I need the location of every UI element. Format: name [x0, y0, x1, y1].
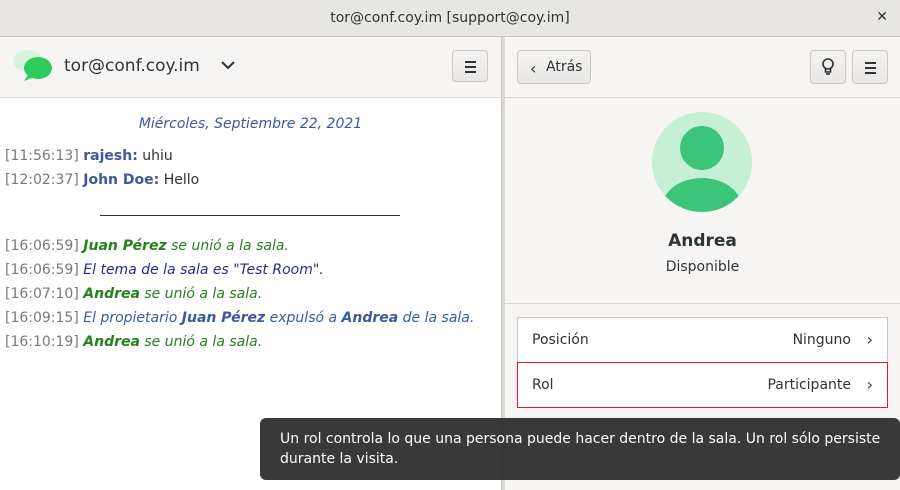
- chat-event: [16:06:59] Juan Pérez se unió a la sala.: [5, 238, 289, 254]
- chat-event: [16:09:15] El propietario Juan Pérez exp…: [5, 310, 475, 326]
- chat-event: [16:10:19] Andrea se unió a la sala.: [5, 334, 263, 350]
- account-header: tor@conf.coy.im: [0, 37, 501, 98]
- chat-event: [16:06:59] El tema de la sala es "Test R…: [5, 262, 324, 278]
- account-name: tor@conf.coy.im: [64, 56, 200, 76]
- hint-button[interactable]: [810, 50, 846, 84]
- chat-message: [11:56:13] rajesh: uhiu: [5, 148, 173, 164]
- window-titlebar: tor@conf.coy.im [support@coy.im] ✕: [0, 0, 900, 37]
- history-divider: [100, 215, 400, 216]
- chevron-left-icon: ‹: [530, 59, 537, 78]
- chat-message: [12:02:37] John Doe: Hello: [5, 172, 200, 188]
- section-divider: [505, 303, 900, 304]
- position-row[interactable]: Posición Ninguno ›: [517, 317, 888, 363]
- avatar: [652, 112, 752, 212]
- header-divider: [505, 97, 900, 98]
- chevron-down-icon[interactable]: [218, 55, 238, 75]
- back-button[interactable]: ‹ Atrás: [517, 50, 591, 84]
- lightbulb-icon: [822, 58, 834, 75]
- chat-date: Miércoles, Septiembre 22, 2021: [138, 116, 363, 132]
- chat-event: [16:07:10] Andrea se unió a la sala.: [5, 286, 263, 302]
- main-menu-button[interactable]: [452, 50, 488, 82]
- chevron-right-icon: ›: [866, 330, 873, 349]
- occupant-menu-button[interactable]: [852, 50, 888, 84]
- occupant-status: Disponible: [665, 259, 740, 275]
- close-icon[interactable]: ✕: [876, 9, 888, 25]
- role-row[interactable]: Rol Participante ›: [517, 362, 888, 408]
- window-title: tor@conf.coy.im [support@coy.im]: [330, 10, 570, 26]
- role-tooltip: Un rol controla lo que una persona puede…: [260, 418, 900, 480]
- chevron-right-icon: ›: [866, 375, 873, 394]
- occupant-name: Andrea: [668, 231, 737, 251]
- chat-bubbles-icon: [13, 50, 52, 81]
